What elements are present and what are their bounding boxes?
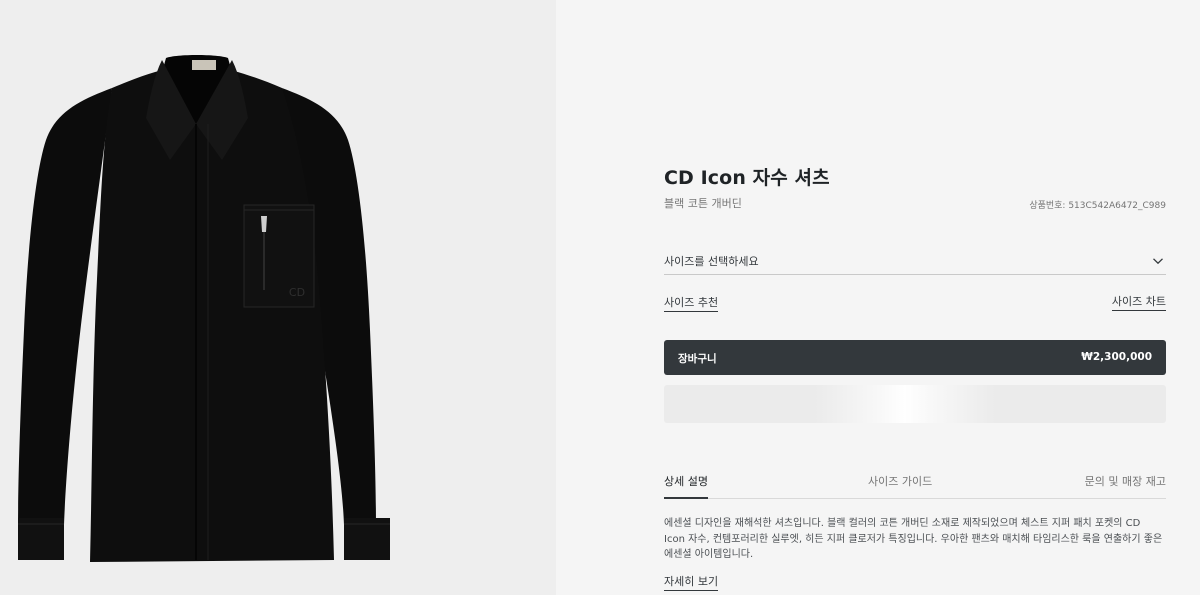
product-subtitle: 블랙 코튼 개버딘 [664,197,742,210]
chevron-down-icon [1153,258,1163,265]
read-more-link[interactable]: 자세히 보기 [664,573,719,591]
cart-label: 장바구니 [678,353,717,365]
price: ₩2,300,000 [1081,351,1152,363]
cd-logo-icon: CD [289,286,305,299]
product-reference: 상품번호: 513C542A6472_C989 [1029,201,1166,211]
tab-inquiry-stock[interactable]: 문의 및 매장 재고 [1085,473,1166,497]
tab-bar: 상세 설명 사이즈 가이드 문의 및 매장 재고 [664,470,1166,499]
size-select-dropdown[interactable]: 사이즈를 선택하세요 [664,246,1166,275]
product-image: CD [18,55,390,562]
size-select-label: 사이즈를 선택하세요 [664,255,759,268]
product-panel: CD Icon 자수 셔츠 블랙 코튼 개버딘 상품번호: 513C542A64… [556,0,1200,595]
size-chart-link[interactable]: 사이즈 차트 [1111,293,1166,311]
size-recommend-link[interactable]: 사이즈 추천 [664,294,719,312]
product-description: 에센셜 디자인을 재해석한 셔츠입니다. 블랙 컬러의 코튼 개버딘 소재로 제… [664,518,1163,560]
product-image-area[interactable]: CD [0,0,556,595]
tab-description[interactable]: 상세 설명 [664,473,708,499]
payment-button-placeholder[interactable] [664,385,1166,423]
tab-size-guide[interactable]: 사이즈 가이드 [868,473,932,497]
add-to-cart-button[interactable]: 장바구니 ₩2,300,000 [664,340,1166,375]
product-title: CD Icon 자수 셔츠 [664,167,830,189]
